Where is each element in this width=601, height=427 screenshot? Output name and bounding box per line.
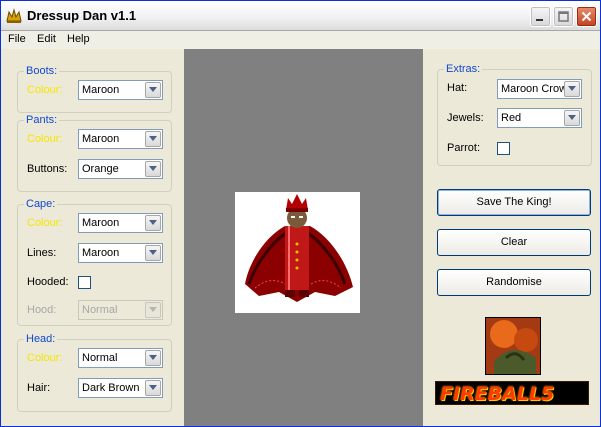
extras-jewels-value: Red — [501, 112, 522, 124]
boots-colour-label: Colour: — [27, 84, 63, 96]
crown-app-icon — [6, 8, 22, 23]
extras-jewels-select[interactable]: Red — [497, 108, 582, 128]
menu-help[interactable]: Help — [67, 33, 90, 45]
menu-edit[interactable]: Edit — [37, 33, 56, 45]
window-title: Dressup Dan v1.1 — [27, 8, 137, 23]
extras-group: Extras: Hat: Maroon Crown Jewels: Red Pa… — [437, 63, 592, 166]
menu-file[interactable]: File — [8, 33, 26, 45]
extras-hat-label: Hat: — [447, 82, 468, 94]
pants-colour-select[interactable]: Maroon — [78, 129, 163, 149]
chevron-down-icon[interactable] — [145, 380, 161, 396]
cape-lines-value: Maroon — [82, 247, 120, 259]
fireball-thumbnail-image — [485, 317, 541, 375]
chevron-down-icon[interactable] — [145, 82, 161, 98]
main-window: Dressup Dan v1.1 File Edit Help Boots: C… — [0, 0, 601, 427]
maximize-icon — [558, 11, 569, 22]
save-the-king-button[interactable]: Save The King! — [437, 189, 591, 216]
cape-hood-select[interactable]: Normal — [78, 300, 163, 320]
cape-lines-label: Lines: — [27, 247, 57, 259]
cape-colour-value: Maroon — [82, 217, 120, 229]
boots-colour-select[interactable]: Maroon — [78, 80, 163, 100]
head-hair-value: Dark Brown — [82, 382, 140, 394]
close-button[interactable] — [576, 6, 597, 27]
minimize-button[interactable] — [530, 6, 551, 27]
extras-jewels-label: Jewels: — [447, 112, 484, 124]
head-colour-value: Normal — [82, 352, 118, 364]
head-group: Head: Colour: Normal Hair: Dark Brown — [17, 333, 172, 412]
pants-colour-label: Colour: — [27, 133, 63, 145]
menu-bar: File Edit Help — [1, 31, 600, 49]
cape-lines-select[interactable]: Maroon — [78, 243, 163, 263]
chevron-down-icon[interactable] — [145, 131, 161, 147]
chevron-down-icon[interactable] — [145, 302, 161, 318]
banner-text: FIREBALL5 — [440, 383, 555, 405]
extras-legend: Extras: — [444, 63, 483, 75]
head-colour-label: Colour: — [27, 352, 63, 364]
extras-hat-value: Maroon Crown — [501, 83, 565, 95]
head-hair-label: Hair: — [27, 382, 51, 394]
pants-legend: Pants: — [24, 114, 60, 126]
boots-colour-value: Maroon — [82, 84, 120, 96]
extras-hat-select[interactable]: Maroon Crown — [497, 79, 582, 99]
maximize-button[interactable] — [553, 6, 574, 27]
boots-group: Boots: Colour: Maroon — [17, 65, 172, 113]
cape-hooded-label: Hooded: — [27, 276, 69, 288]
pants-colour-value: Maroon — [82, 133, 120, 145]
cape-colour-select[interactable]: Maroon — [78, 213, 163, 233]
cape-hood-value: Normal — [82, 304, 118, 316]
chevron-down-icon[interactable] — [145, 215, 161, 231]
cape-hooded-checkbox[interactable] — [78, 276, 91, 289]
chevron-down-icon[interactable] — [145, 350, 161, 366]
head-hair-select[interactable]: Dark Brown — [78, 378, 163, 398]
pants-buttons-select[interactable]: Orange — [78, 159, 163, 179]
pants-buttons-value: Orange — [82, 163, 119, 175]
clear-button[interactable]: Clear — [437, 229, 591, 256]
chevron-down-icon[interactable] — [564, 81, 580, 97]
head-legend: Head: — [24, 333, 58, 345]
extras-parrot-checkbox[interactable] — [497, 142, 510, 155]
character-preview — [235, 192, 360, 313]
randomise-button[interactable]: Randomise — [437, 269, 591, 296]
head-colour-select[interactable]: Normal — [78, 348, 163, 368]
chevron-down-icon[interactable] — [145, 245, 161, 261]
left-options-panel: Boots: Colour: Maroon Pants: Colour: Mar… — [5, 49, 181, 426]
extras-parrot-label: Parrot: — [447, 142, 481, 154]
minimize-icon — [536, 19, 543, 21]
chevron-down-icon[interactable] — [564, 110, 580, 126]
cape-hood-label: Hood: — [27, 304, 57, 316]
king-character-image — [245, 194, 353, 302]
cape-group: Cape: Colour: Maroon Lines: Maroon Hoode… — [17, 198, 172, 326]
fireball5-banner: FIREBALL5 — [435, 381, 589, 405]
cape-legend: Cape: — [24, 198, 58, 210]
pants-group: Pants: Colour: Maroon Buttons: Orange — [17, 114, 172, 192]
close-icon — [581, 11, 592, 22]
title-bar: Dressup Dan v1.1 — [1, 1, 600, 31]
boots-legend: Boots: — [24, 65, 60, 77]
chevron-down-icon[interactable] — [145, 161, 161, 177]
pants-buttons-label: Buttons: — [27, 163, 68, 175]
preview-canvas — [184, 49, 423, 426]
cape-colour-label: Colour: — [27, 217, 63, 229]
